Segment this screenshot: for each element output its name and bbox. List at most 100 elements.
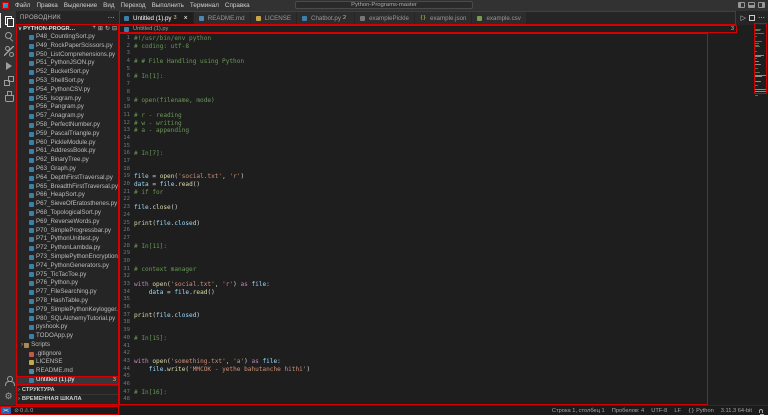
code-line[interactable]: 39 xyxy=(119,327,708,335)
code-line[interactable]: 35 xyxy=(119,296,708,304)
file-item-p64-depthfirsttraversal-py[interactable]: P64_DepthFirstTraversal.py xyxy=(16,174,119,183)
code-line[interactable]: 21# if for xyxy=(119,189,708,197)
file-item-p67-sieveoferatosthenes-py[interactable]: P67_SieveOfEratosthenes.py xyxy=(16,200,119,209)
sidebar-pane-[interactable]: ›ВРЕМЕННАЯ ШКАЛА xyxy=(16,394,119,403)
breadcrumb-file[interactable]: Untitled (1).py xyxy=(133,26,168,32)
explorer-section-header[interactable]: ∨ PYTHON-PROGRAMS-MASTER +⊞↻⊟ xyxy=(16,24,119,33)
file-item-p63-graph-py[interactable]: P63_Graph.py xyxy=(16,165,119,174)
remote-indicator[interactable]: >< xyxy=(0,406,11,415)
file-item-p72-pythonlambda-py[interactable]: P72_PythonLambda.py xyxy=(16,244,119,253)
file-item-p80-sqlalchemytutorial-py[interactable]: P80_SQLAlchemyTutorial.py xyxy=(16,315,119,324)
code-line[interactable]: 22 xyxy=(119,196,708,204)
tab-example-csv[interactable]: example.csv xyxy=(472,11,526,25)
activitybar-settings[interactable]: ⚙ xyxy=(0,388,16,403)
activitybar-testing[interactable] xyxy=(0,88,16,103)
notifications-bell-icon[interactable] xyxy=(759,409,763,413)
code-line[interactable]: 1#!/usr/bin/env python xyxy=(119,35,708,43)
file-item-p74-pythongenerators-py[interactable]: P74_PythonGenerators.py xyxy=(16,262,119,271)
code-line[interactable]: 30 xyxy=(119,258,708,266)
file-item-p48-countingsort-py[interactable]: P48_CountingSort.py xyxy=(16,33,119,42)
file-item-todoapp-py[interactable]: TODOApp.py xyxy=(16,332,119,341)
code-line[interactable]: 4# # File Handling using Python xyxy=(119,58,708,66)
file-item-untitled-1-py[interactable]: Untitled (1).py3 xyxy=(16,376,119,385)
toggle-secondary-sidebar-icon[interactable] xyxy=(758,2,765,8)
menu-[interactable]: Правка xyxy=(33,2,60,9)
language-mode[interactable]: {} Python xyxy=(688,408,714,414)
code-line[interactable]: 5 xyxy=(119,66,708,74)
file-item-p78-hashtable-py[interactable]: P78_HashTable.py xyxy=(16,297,119,306)
code-line[interactable]: 36 xyxy=(119,304,708,312)
file-item-p76-python-py[interactable]: P76_Python.py xyxy=(16,279,119,288)
code-line[interactable]: 28# In[11]: xyxy=(119,243,708,251)
python-interpreter[interactable]: 3.11.3 64-bit xyxy=(721,408,752,414)
code-line[interactable]: 10 xyxy=(119,104,708,112)
code-line[interactable]: 16# In[7]: xyxy=(119,150,708,158)
file-item-p73-simplepythonencryption-py[interactable]: P73_SimplePythonEncryption.py xyxy=(16,253,119,262)
encoding[interactable]: UTF-8 xyxy=(651,408,667,414)
menu-[interactable]: Выполнить xyxy=(149,2,187,9)
file-item-p57-anagram-py[interactable]: P57_Anagram.py xyxy=(16,112,119,121)
tab-example-json[interactable]: {}example.json xyxy=(415,11,473,25)
file-item-p70-simpleprogressbar-py[interactable]: P70_SimpleProgressbar.py xyxy=(16,227,119,236)
file-item-p77-filesearching-py[interactable]: P77_FileSearching.py xyxy=(16,288,119,297)
tab-license[interactable]: LICENSE xyxy=(251,11,297,25)
file-item-scripts[interactable]: ›Scripts xyxy=(16,341,119,350)
code-line[interactable]: 38 xyxy=(119,319,708,327)
problems-status[interactable]: ⊘ 0 ⚠ 0 xyxy=(14,408,33,414)
more-actions-icon[interactable]: ⋯ xyxy=(758,15,765,22)
code-line[interactable]: 17 xyxy=(119,158,708,166)
code-line[interactable]: 40# In[15]: xyxy=(119,335,708,343)
code-line[interactable]: 29 xyxy=(119,250,708,258)
file-item-gitignore[interactable]: .gitignore xyxy=(16,350,119,359)
code-line[interactable]: 43with open('something.txt', 'a') as fil… xyxy=(119,358,708,366)
eol[interactable]: LF xyxy=(674,408,681,414)
code-line[interactable]: 47# In[16]: xyxy=(119,389,708,397)
tab-untitled-1-py[interactable]: Untitled (1).py3× xyxy=(119,11,194,25)
code-line[interactable]: 48 xyxy=(119,396,708,404)
toggle-sidebar-icon[interactable] xyxy=(738,2,745,8)
code-line[interactable]: 34 data = file.read() xyxy=(119,289,708,297)
code-line[interactable]: 13# a - appending xyxy=(119,127,708,135)
code-line[interactable]: 44 file.write('MMCOK - yethe bahutanche … xyxy=(119,366,708,374)
file-item-p75-tictactoe-py[interactable]: P75_TicTacToe.py xyxy=(16,271,119,280)
file-item-p56-pangram-py[interactable]: P56_Pangram.py xyxy=(16,103,119,112)
new-file-icon[interactable]: + xyxy=(92,25,96,32)
code-line[interactable]: 27 xyxy=(119,235,708,243)
vscode-logo-icon[interactable] xyxy=(2,2,9,9)
command-center[interactable]: Python-Programs-master xyxy=(295,1,473,9)
code-line[interactable]: 46 xyxy=(119,381,708,389)
code-line[interactable]: 8 xyxy=(119,89,708,97)
code-area[interactable]: 1#!/usr/bin/env python2# coding: utf-834… xyxy=(119,33,708,405)
code-line[interactable]: 41 xyxy=(119,343,708,351)
code-line[interactable]: 42 xyxy=(119,350,708,358)
code-line[interactable]: 45 xyxy=(119,373,708,381)
menu-[interactable]: Справка xyxy=(222,2,253,9)
file-item-p53-shellsort-py[interactable]: P53_ShellSort.py xyxy=(16,77,119,86)
code-line[interactable]: 9# open(filename, mode) xyxy=(119,97,708,105)
file-item-readme-md[interactable]: README.md xyxy=(16,367,119,376)
code-line[interactable]: 14 xyxy=(119,135,708,143)
code-line[interactable]: 18 xyxy=(119,166,708,174)
file-item-p50-listcomprehensions-py[interactable]: P50_ListComprehensions.py xyxy=(16,51,119,60)
tab-examplepickle[interactable]: examplePickle xyxy=(355,11,415,25)
code-line[interactable]: 23file.close() xyxy=(119,204,708,212)
menu-[interactable]: Вид xyxy=(100,2,117,9)
code-line[interactable]: 19file = open('social.txt', 'r') xyxy=(119,173,708,181)
file-item-pyshook-py[interactable]: pyshook.py xyxy=(16,323,119,332)
code-line[interactable]: 3 xyxy=(119,50,708,58)
file-item-p54-pythoncsv-py[interactable]: P54_PythonCSV.py xyxy=(16,86,119,95)
file-item-p68-topologicalsort-py[interactable]: P68_TopologicalSort.py xyxy=(16,209,119,218)
activitybar-run-and-debug[interactable] xyxy=(0,58,16,73)
code-line[interactable]: 37print(file.closed) xyxy=(119,312,708,320)
new-folder-icon[interactable]: ⊞ xyxy=(98,25,103,32)
code-line[interactable]: 12# w - writing xyxy=(119,120,708,128)
activitybar-explorer[interactable] xyxy=(0,13,16,28)
code-line[interactable]: 20data = file.read() xyxy=(119,181,708,189)
menu-[interactable]: Выделение xyxy=(61,2,100,9)
tab-chatbot-py[interactable]: Chatbot.py2 xyxy=(297,11,355,25)
breadcrumb[interactable]: Untitled (1).py 3 xyxy=(119,25,737,33)
menu-[interactable]: Файл xyxy=(12,2,33,9)
sidebar-pane-[interactable]: ›СТРУКТУРА xyxy=(16,385,119,394)
cursor-position[interactable]: Строка 1, столбец 1 xyxy=(552,408,605,414)
file-item-p52-bucketsort-py[interactable]: P52_BucketSort.py xyxy=(16,68,119,77)
